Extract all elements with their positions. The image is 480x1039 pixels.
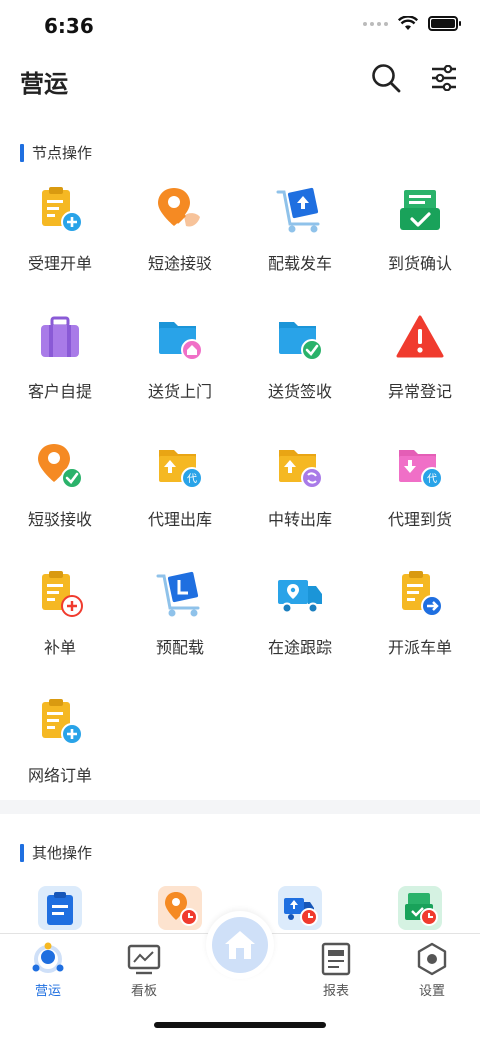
truck-clock-icon [278,886,322,930]
op-label: 送货签收 [267,382,332,401]
tray-clock-icon [398,886,442,930]
op-exception-register[interactable]: 异常登记 [360,302,480,430]
node-operations-grid: 受理开单 短途接驳 配载发车 到货确认 客户自提 送货上门 送货签收 异常登记 … [0,174,480,814]
box-in-agent-icon: 代 [399,450,443,489]
tray-check-icon [400,190,440,230]
home-icon [225,931,255,959]
home-indicator [154,1022,326,1028]
tab-operations[interactable]: 营运 [0,942,96,999]
section-accent-bar [20,843,24,862]
op-label: 代理出库 [147,510,212,529]
op-label: 短驳接收 [27,510,92,529]
clipboard-add-icon [42,571,83,617]
svg-text:代: 代 [427,473,437,485]
status-bar: 6:36 [0,0,480,50]
clipboard-arrow-icon [402,571,443,617]
op-label: 异常登记 [387,382,452,401]
location-clock-icon [158,886,202,930]
op-agent-arrival[interactable]: 代 代理到货 [360,430,480,558]
op-label: 配载发车 [267,254,332,273]
section-title: 其他操作 [32,844,93,862]
folder-check-icon [279,322,323,361]
op-create-dispatch-order[interactable]: 开派车单 [360,558,480,686]
truck-location-icon [278,580,322,614]
tab-reports[interactable]: 报表 [288,942,384,999]
op-label: 在途跟踪 [267,638,332,657]
cart-l-icon [156,571,200,617]
op-agent-outbound[interactable]: 代 代理出库 [120,430,240,558]
folder-home-icon [159,322,203,361]
svg-text:代: 代 [187,473,197,485]
op-load-dispatch[interactable]: 配载发车 [240,174,360,302]
section-header: 其他操作 [20,842,92,863]
tab-label: 看板 [130,984,157,999]
op-online-order[interactable]: 网络订单 [0,686,120,814]
op-in-transit-tracking[interactable]: 在途跟踪 [240,558,360,686]
op-label: 预配载 [155,638,204,657]
signal-icon [363,21,388,26]
app-header: 营运 [0,50,480,110]
tab-settings[interactable]: 设置 [384,942,480,999]
op-label: 送货上门 [147,382,212,401]
op-label: 短途接驳 [147,254,212,273]
op-label: 客户自提 [27,382,92,401]
op-label: 中转出库 [267,510,332,529]
op-label: 到货确认 [387,254,452,273]
op-short-haul-receive[interactable]: 短驳接收 [0,430,120,558]
clipboard-plus-icon [42,699,83,745]
home-button[interactable] [206,911,274,979]
search-icon [372,64,401,93]
op-label: 代理到货 [387,510,452,529]
status-icons [363,16,461,31]
box-out-agent-icon: 代 [159,450,203,489]
tab-label: 设置 [418,984,445,999]
op-transfer-outbound[interactable]: 中转出库 [240,430,360,558]
op-supplement-order[interactable]: 补单 [0,558,120,686]
op-pre-load[interactable]: 预配载 [120,558,240,686]
clipboard-plus-icon [42,187,83,233]
section-title: 节点操作 [32,144,93,162]
search-button[interactable] [368,60,404,96]
tab-dashboard[interactable]: 看板 [96,942,192,999]
battery-icon [428,16,461,31]
op-customer-pickup[interactable]: 客户自提 [0,302,120,430]
op-label: 网络订单 [27,766,92,785]
clipboard-icon [38,886,82,930]
other-op-item[interactable] [360,886,480,930]
tab-label: 营运 [34,984,61,999]
report-icon [321,942,351,976]
page-title: 营运 [20,70,68,98]
box-out-transfer-icon [279,450,323,489]
warning-icon [396,315,444,358]
op-home-delivery[interactable]: 送货上门 [120,302,240,430]
location-handoff-icon [158,188,200,227]
other-op-item[interactable] [0,886,120,930]
home-button-inner [212,917,268,973]
tab-label: 报表 [322,984,349,999]
op-delivery-signoff[interactable]: 送货签收 [240,302,360,430]
settings-icon [417,942,447,976]
op-label: 补单 [43,638,76,657]
monitor-icon [127,944,161,975]
wifi-icon [398,16,418,30]
op-label: 开派车单 [387,638,452,657]
cart-upload-icon [276,187,320,233]
operations-icon [32,942,64,973]
op-label: 受理开单 [27,254,92,273]
filter-button[interactable] [426,60,462,96]
op-arrival-confirm[interactable]: 到货确认 [360,174,480,302]
op-accept-order[interactable]: 受理开单 [0,174,120,302]
section-accent-bar [20,143,24,162]
status-time: 6:36 [44,14,94,38]
section-header: 节点操作 [20,142,92,163]
location-check-icon [38,444,83,489]
sliders-icon [432,65,456,91]
op-short-haul-transfer[interactable]: 短途接驳 [120,174,240,302]
node-operations-section: 节点操作 受理开单 短途接驳 配载发车 到货确认 客户自提 送货上门 送货签收 … [0,110,480,800]
suitcase-icon [41,316,79,357]
